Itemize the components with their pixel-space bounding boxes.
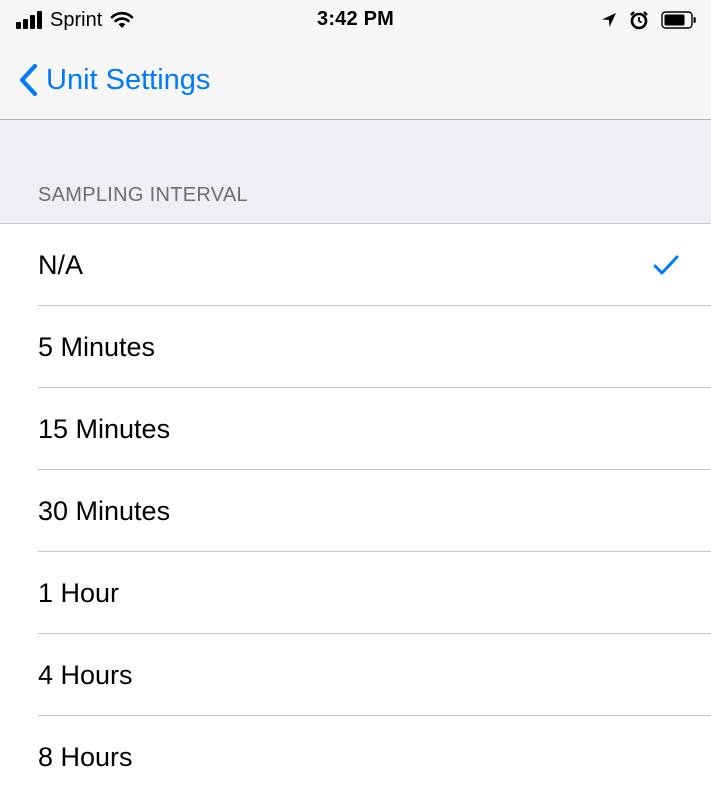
option-row-8-hours[interactable]: 8 Hours xyxy=(0,716,711,796)
option-label: 30 Minutes xyxy=(38,495,171,526)
option-label: 8 Hours xyxy=(38,741,133,772)
settings-screen: Sprint 3:42 PM Unit Settings SAMPLING IN… xyxy=(0,0,711,796)
option-label: N/A xyxy=(38,249,84,280)
option-label: 1 Hour xyxy=(38,577,120,608)
option-row-5-minutes[interactable]: 5 Minutes xyxy=(0,306,711,388)
top-bars: Sprint 3:42 PM Unit Settings xyxy=(0,0,711,120)
navigation-bar: Unit Settings xyxy=(0,40,711,120)
option-row-15-minutes[interactable]: 15 Minutes xyxy=(0,388,711,470)
option-label: 15 Minutes xyxy=(38,413,171,444)
battery-icon xyxy=(661,11,697,29)
status-right xyxy=(589,8,697,32)
status-bar: Sprint 3:42 PM xyxy=(0,0,711,40)
location-arrow-icon xyxy=(601,12,617,28)
option-label: 5 Minutes xyxy=(38,331,156,362)
option-row-4-hours[interactable]: 4 Hours xyxy=(0,634,711,716)
option-row-1-hour[interactable]: 1 Hour xyxy=(0,552,711,634)
option-row-na[interactable]: N/A xyxy=(0,224,711,306)
chevron-left-icon xyxy=(18,63,38,97)
back-button-label: Unit Settings xyxy=(46,64,211,96)
interval-options-list: N/A 5 Minutes 15 Minutes 30 Minutes 1 Ho… xyxy=(0,224,711,796)
option-row-30-minutes[interactable]: 30 Minutes xyxy=(0,470,711,552)
section-header-area: SAMPLING INTERVAL xyxy=(0,120,711,224)
back-button[interactable]: Unit Settings xyxy=(18,58,210,102)
alarm-icon xyxy=(629,10,649,30)
option-label: 4 Hours xyxy=(38,659,133,690)
section-header: SAMPLING INTERVAL xyxy=(38,184,248,206)
checkmark-icon xyxy=(653,255,679,275)
